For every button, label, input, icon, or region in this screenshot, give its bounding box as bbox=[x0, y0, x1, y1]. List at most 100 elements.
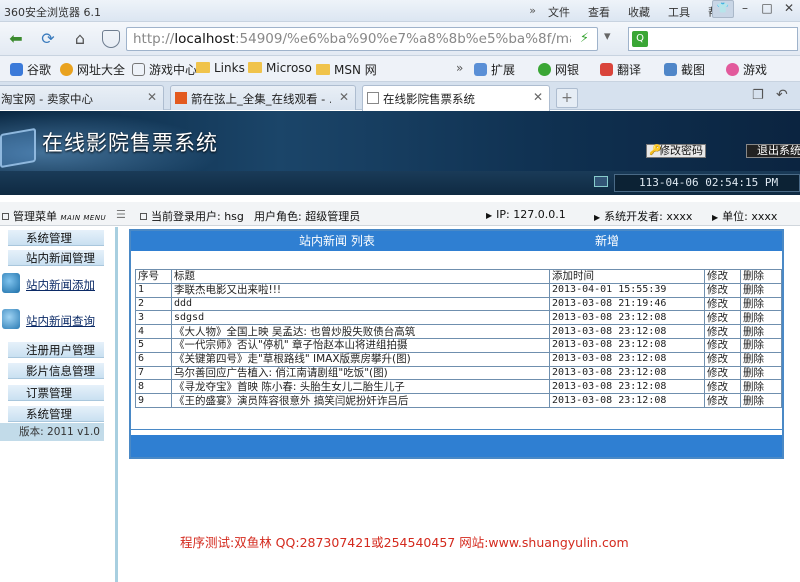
delete-link[interactable]: 删除 bbox=[740, 296, 782, 312]
delete-link[interactable]: 删除 bbox=[740, 324, 782, 339]
close-tab-icon[interactable]: ✕ bbox=[339, 90, 349, 104]
toolbar-screenshot[interactable]: 截图 bbox=[664, 61, 705, 78]
delete-link[interactable]: 删除 bbox=[740, 365, 782, 381]
table-row: 6 《关键第四号》走"草根路线" IMAX版票房攀升(图) 2013-03-08 2… bbox=[135, 351, 782, 367]
skin-icon[interactable]: 👕 bbox=[712, 0, 734, 18]
edit-link[interactable]: 修改 bbox=[704, 379, 741, 395]
sidebar-item-movies[interactable]: 影片信息管理 bbox=[8, 362, 104, 379]
delete-link[interactable]: 删除 bbox=[740, 282, 782, 298]
tab-taobao[interactable]: 淘宝网 - 卖家中心 ✕ bbox=[0, 85, 164, 110]
edit-link[interactable]: 修改 bbox=[704, 310, 741, 326]
change-password-button[interactable]: 🔑 修改密码 bbox=[646, 144, 706, 158]
news-title-link[interactable]: sdgsd bbox=[171, 310, 550, 326]
browser-menu: » 文件 查看 收藏 工具 帮助 bbox=[529, 4, 730, 20]
fav-more-chevron-icon[interactable]: » bbox=[456, 61, 463, 75]
sidebar-item-system[interactable]: 系统管理 bbox=[8, 229, 104, 246]
menu-tools[interactable]: 工具 bbox=[668, 4, 690, 20]
menu-view[interactable]: 查看 bbox=[588, 4, 610, 20]
dropdown-arrow-icon[interactable]: ▾ bbox=[604, 29, 611, 44]
minimize-icon[interactable]: – bbox=[734, 0, 756, 18]
logout-button[interactable]: 退出系统 bbox=[746, 144, 800, 158]
shield-icon[interactable] bbox=[102, 30, 120, 48]
home-icon[interactable]: ⌂ bbox=[68, 28, 92, 50]
main-menu-label: 管理菜单 MAIN MENU bbox=[2, 208, 106, 224]
close-tab-icon[interactable]: ✕ bbox=[533, 90, 543, 104]
table-row: 7 乌尔善回应广告植入: 俏江南请剧组"吃饭"(图) 2013-03-08 23:1… bbox=[135, 365, 782, 381]
sidebar-sub-news-query[interactable]: 站内新闻查询 bbox=[0, 303, 104, 337]
search-input[interactable]: Q bbox=[628, 27, 798, 51]
edit-link[interactable]: 修改 bbox=[704, 296, 741, 312]
speed-mode-icon[interactable]: ⚡ bbox=[580, 31, 589, 46]
ip-address: ▶ IP: 127.0.0.1 bbox=[486, 208, 566, 221]
new-tab-button[interactable]: + bbox=[556, 88, 578, 108]
close-window-icon[interactable]: ✕ bbox=[778, 0, 800, 18]
menu-favorites[interactable]: 收藏 bbox=[628, 4, 650, 20]
news-list-panel: 站内新闻 列表 新增 序号 标题 添加时间 修改 删除 1 李联杰电影又出来啦!!… bbox=[129, 229, 784, 459]
fav-game-center[interactable]: 游戏中心 bbox=[132, 61, 197, 78]
sidebar-item-users[interactable]: 注册用户管理 bbox=[8, 341, 104, 358]
fav-url-directory[interactable]: 网址大全 bbox=[60, 61, 125, 78]
news-title-link[interactable]: 《寻龙夺宝》首映 陈小春: 头胎生女儿二胎生儿子 bbox=[171, 379, 550, 395]
search-engine-icon[interactable]: Q bbox=[632, 31, 648, 47]
url-bar[interactable]: http://localhost:54909/%e6%ba%90%e7%a8%8… bbox=[126, 27, 598, 51]
news-title-link[interactable]: 《王的盛宴》演员阵容很意外 搞笑闫妮扮奸诈吕后 bbox=[171, 393, 550, 408]
maximize-icon[interactable]: □ bbox=[756, 0, 778, 18]
toolbar-translate[interactable]: 翻译 bbox=[600, 61, 641, 78]
browser-titlebar: 360安全浏览器 6.1 » 文件 查看 收藏 工具 帮助 👕 – □ ✕ bbox=[0, 0, 800, 22]
edit-link[interactable]: 修改 bbox=[704, 351, 741, 367]
menu-list-icon: ☰ bbox=[116, 208, 126, 221]
menu-file[interactable]: 文件 bbox=[548, 4, 570, 20]
edit-link[interactable]: 修改 bbox=[704, 393, 741, 408]
fav-microsoft[interactable]: Microso bbox=[248, 61, 312, 75]
sidebar-item-system-2[interactable]: 系统管理 bbox=[8, 405, 104, 422]
news-title-link[interactable]: ddd bbox=[171, 296, 550, 312]
undo-close-icon[interactable]: ↶ bbox=[776, 87, 788, 103]
sidebar-item-news-management[interactable]: 站内新闻管理 bbox=[8, 249, 104, 266]
col-no: 序号 bbox=[135, 269, 172, 284]
delete-link[interactable]: 删除 bbox=[740, 393, 782, 408]
sidebar-item-tickets[interactable]: 订票管理 bbox=[8, 384, 104, 401]
close-tab-icon[interactable]: ✕ bbox=[147, 90, 157, 104]
developer: ▶ 系统开发者: xxxx bbox=[594, 210, 693, 223]
fav-google[interactable]: 谷歌 bbox=[10, 61, 51, 78]
edit-link[interactable]: 修改 bbox=[704, 337, 741, 353]
fav-links[interactable]: Links bbox=[196, 61, 245, 75]
news-list-header: 站内新闻 列表 新增 bbox=[131, 231, 782, 251]
folder-icon bbox=[196, 62, 210, 73]
tab-bar: 淘宝网 - 卖家中心 ✕ 箭在弦上_全集_在线观看 - ... ✕ 在线影院售票… bbox=[0, 82, 800, 111]
unit: ▶ 单位: xxxx bbox=[712, 210, 778, 223]
edit-link[interactable]: 修改 bbox=[704, 282, 741, 298]
menu-chevron-icon[interactable]: » bbox=[529, 4, 536, 20]
url-text[interactable]: http://localhost:54909/%e6%ba%90%e7%a8%8… bbox=[133, 31, 571, 47]
toolbar-online-banking[interactable]: 网银 bbox=[538, 61, 579, 78]
tab-cinema-system[interactable]: 在线影院售票系统 ✕ bbox=[362, 85, 550, 111]
news-table: 序号 标题 添加时间 修改 删除 1 李联杰电影又出来啦!!! 2013-04-01… bbox=[135, 269, 782, 408]
refresh-icon[interactable]: ⟳ bbox=[36, 28, 60, 50]
table-row: 8 《寻龙夺宝》首映 陈小春: 头胎生女儿二胎生儿子 2013-03-08 23:1… bbox=[135, 379, 782, 395]
fav-msn[interactable]: MSN 网 bbox=[316, 61, 377, 78]
restore-window-icon[interactable]: ❐ bbox=[752, 88, 764, 103]
news-title-link[interactable]: 李联杰电影又出来啦!!! bbox=[171, 282, 550, 298]
sidebar-sub-news-add[interactable]: 站内新闻添加 bbox=[0, 267, 104, 301]
toolbar-extensions[interactable]: 扩展 bbox=[474, 61, 515, 78]
add-news-link[interactable]: 新增 bbox=[595, 231, 619, 251]
delete-link[interactable]: 删除 bbox=[740, 379, 782, 395]
tab-video[interactable]: 箭在弦上_全集_在线观看 - ... ✕ bbox=[170, 85, 356, 110]
square-icon bbox=[140, 213, 147, 220]
delete-link[interactable]: 删除 bbox=[740, 310, 782, 326]
page-icon bbox=[367, 92, 379, 104]
news-title-link[interactable]: 《大人物》全国上映 吴孟达: 也曾炒股失败债台高筑 bbox=[171, 324, 550, 339]
news-title-link[interactable]: 《关键第四号》走"草根路线" IMAX版票房攀升(图) bbox=[171, 351, 550, 367]
key-icon: 🔑 bbox=[649, 145, 662, 156]
col-time: 添加时间 bbox=[549, 269, 705, 284]
news-title-link[interactable]: 乌尔善回应广告植入: 俏江南请剧组"吃饭"(图) bbox=[171, 365, 550, 381]
toolbar-games[interactable]: 游戏 bbox=[726, 61, 767, 78]
system-title: 在线影院售票系统 bbox=[42, 131, 218, 155]
news-title-link[interactable]: 《一代宗师》否认"停机" 章子怡赵本山将进组拍摄 bbox=[171, 337, 550, 353]
edit-link[interactable]: 修改 bbox=[704, 365, 741, 381]
sidebar: 系统管理 站内新闻管理 站内新闻添加 站内新闻查询 注册用户管理 影片信息管理 … bbox=[0, 227, 118, 582]
back-arrow-icon[interactable]: ⬅ bbox=[4, 28, 28, 50]
edit-link[interactable]: 修改 bbox=[704, 324, 741, 339]
delete-link[interactable]: 删除 bbox=[740, 351, 782, 367]
delete-link[interactable]: 删除 bbox=[740, 337, 782, 353]
